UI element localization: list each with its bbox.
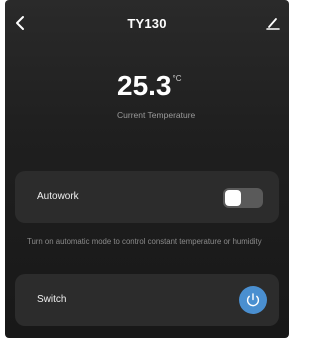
toggle-knob bbox=[225, 190, 241, 206]
header: TY130 bbox=[5, 0, 289, 46]
edit-button[interactable] bbox=[263, 12, 283, 34]
switch-card: Switch bbox=[15, 274, 279, 326]
temperature-value: 25.3 bbox=[117, 70, 172, 101]
device-screen: TY130 25.3°C Current Temperature Autowor… bbox=[5, 0, 289, 338]
power-icon bbox=[246, 293, 260, 307]
autowork-toggle[interactable] bbox=[223, 188, 263, 208]
temperature-unit: °C bbox=[172, 74, 182, 83]
autowork-card: Autowork bbox=[15, 171, 279, 223]
pencil-icon bbox=[266, 18, 280, 30]
autowork-hint: Turn on automatic mode to control consta… bbox=[27, 237, 262, 246]
page-title: TY130 bbox=[127, 16, 167, 31]
temperature-caption: Current Temperature bbox=[117, 110, 196, 120]
switch-label: Switch bbox=[37, 294, 67, 305]
temperature-display: 25.3°C Current Temperature bbox=[117, 70, 197, 121]
power-button[interactable] bbox=[239, 286, 267, 314]
autowork-label: Autowork bbox=[37, 191, 79, 202]
